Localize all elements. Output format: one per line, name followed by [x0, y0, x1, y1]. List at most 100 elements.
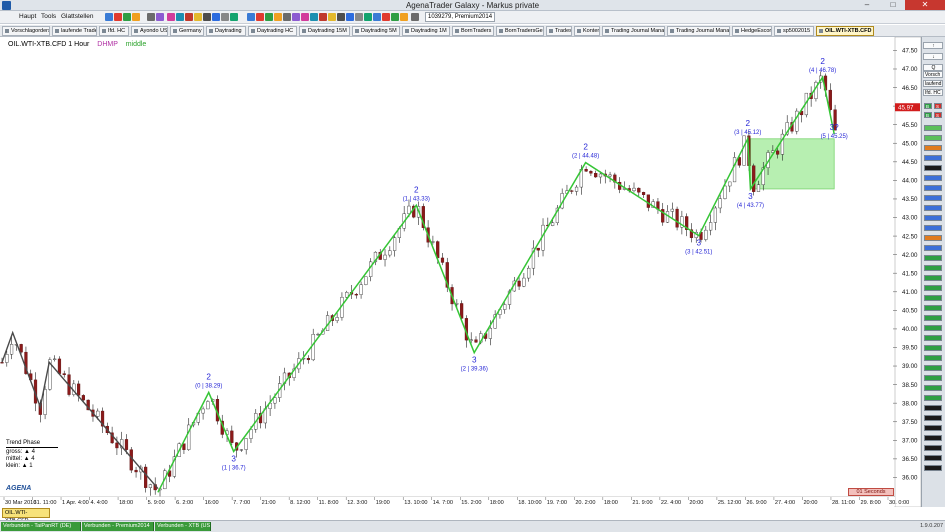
- side-indicator-button-13[interactable]: [924, 255, 942, 261]
- toolbar-icon-28[interactable]: [373, 13, 381, 21]
- toolbar-icon-8[interactable]: [185, 13, 193, 21]
- maximize-button[interactable]: □: [880, 0, 906, 10]
- toolbar-icon-11[interactable]: [212, 13, 220, 21]
- toolbar-icon-20[interactable]: [301, 13, 309, 21]
- toolbar-icon-31[interactable]: [400, 13, 408, 21]
- side-indicator-button-21[interactable]: [924, 335, 942, 341]
- toolbar-icon-12[interactable]: [221, 13, 229, 21]
- side-indicator-button-32[interactable]: [924, 445, 942, 451]
- side-nav-icon-1[interactable]: ↓: [923, 53, 943, 60]
- side-indicator-button-27[interactable]: [924, 395, 942, 401]
- side-indicator-button-2[interactable]: [924, 145, 942, 151]
- side-indicator-button-29[interactable]: [924, 415, 942, 421]
- tab-1[interactable]: laufende Trades: [52, 26, 97, 36]
- tab-12[interactable]: Trades: [546, 26, 572, 36]
- toolbar-icon-4[interactable]: [147, 13, 155, 21]
- toolbar-icon-2[interactable]: [123, 13, 131, 21]
- tab-0[interactable]: Vorschlagorders: [2, 26, 50, 36]
- side-indicator-button-30[interactable]: [924, 425, 942, 431]
- side-indicator-button-8[interactable]: [924, 205, 942, 211]
- side-indicator-button-6[interactable]: [924, 185, 942, 191]
- side-indicator-button-10[interactable]: [924, 225, 942, 231]
- tab-10[interactable]: BornTraders: [452, 26, 494, 36]
- side-indicator-button-7[interactable]: [924, 195, 942, 201]
- side-indicator-button-16[interactable]: [924, 285, 942, 291]
- tab-15[interactable]: Trading Journal Manager: [667, 26, 730, 36]
- side-trade-button-1[interactable]: S: [934, 103, 942, 109]
- side-indicator-button-24[interactable]: [924, 365, 942, 371]
- tab-2[interactable]: Ifd. HC: [99, 26, 129, 36]
- toolbar-icon-24[interactable]: [337, 13, 345, 21]
- side-indicator-button-19[interactable]: [924, 315, 942, 321]
- toolbar-icon-15[interactable]: [256, 13, 264, 21]
- toolbar-icon-25[interactable]: [346, 13, 354, 21]
- toolbar-icon-26[interactable]: [355, 13, 363, 21]
- tab-6[interactable]: Daytrading HC: [248, 26, 297, 36]
- indicator-middle-label[interactable]: middle: [126, 41, 147, 48]
- side-indicator-button-4[interactable]: [924, 165, 942, 171]
- tab-4[interactable]: Germany: [170, 26, 204, 36]
- toolbar-icon-10[interactable]: [203, 13, 211, 21]
- close-button[interactable]: ✕: [905, 0, 945, 10]
- side-indicator-button-28[interactable]: [924, 405, 942, 411]
- tab-9[interactable]: Daytrading 1M: [402, 26, 450, 36]
- toolbar-icon-0[interactable]: [105, 13, 113, 21]
- side-indicator-button-0[interactable]: [924, 125, 942, 131]
- tab-11[interactable]: BornTradersGer: [496, 26, 544, 36]
- side-indicator-button-14[interactable]: [924, 265, 942, 271]
- side-trade-button-3[interactable]: S: [934, 112, 942, 118]
- toolbar-icon-23[interactable]: [328, 13, 336, 21]
- menu-haupt[interactable]: Haupt: [19, 13, 36, 20]
- toolbar-icon-9[interactable]: [194, 13, 202, 21]
- tab-18[interactable]: OIL.WTI-XTB.CFD: [816, 26, 874, 36]
- side-indicator-button-26[interactable]: [924, 385, 942, 391]
- side-indicator-button-3[interactable]: [924, 155, 942, 161]
- indicator-dhmp-label[interactable]: DHMP: [97, 41, 117, 48]
- toolbar-icon-32[interactable]: [411, 13, 419, 21]
- side-indicator-button-12[interactable]: [924, 245, 942, 251]
- side-box-1[interactable]: laufend: [923, 80, 943, 87]
- side-box-0[interactable]: Vorsch: [923, 71, 943, 78]
- tab-5[interactable]: Daytrading: [206, 26, 246, 36]
- side-indicator-button-31[interactable]: [924, 435, 942, 441]
- side-indicator-button-15[interactable]: [924, 275, 942, 281]
- tab-14[interactable]: Trading Journal Manager: [602, 26, 665, 36]
- side-nav-icon-0[interactable]: ↑: [923, 42, 943, 49]
- toolbar-icon-1[interactable]: [114, 13, 122, 21]
- toolbar-icon-5[interactable]: [156, 13, 164, 21]
- side-indicator-button-5[interactable]: [924, 175, 942, 181]
- side-indicator-button-33[interactable]: [924, 455, 942, 461]
- tab-8[interactable]: Daytrading 5M: [352, 26, 400, 36]
- toolbar-icon-19[interactable]: [292, 13, 300, 21]
- toolbar-icon-18[interactable]: [283, 13, 291, 21]
- side-indicator-button-34[interactable]: [924, 465, 942, 471]
- side-indicator-button-9[interactable]: [924, 215, 942, 221]
- tab-13[interactable]: Konten: [574, 26, 600, 36]
- side-indicator-button-25[interactable]: [924, 375, 942, 381]
- tab-16[interactable]: HedgeEscort: [732, 26, 772, 36]
- side-box-2[interactable]: Ifd. HC: [923, 89, 943, 96]
- toolbar-icon-27[interactable]: [364, 13, 372, 21]
- tab-7[interactable]: Daytrading 15M: [299, 26, 350, 36]
- side-indicator-button-1[interactable]: [924, 135, 942, 141]
- side-indicator-button-23[interactable]: [924, 355, 942, 361]
- menu-glattstellen[interactable]: Glattstellen: [61, 13, 94, 20]
- side-indicator-button-20[interactable]: [924, 325, 942, 331]
- toolbar-icon-17[interactable]: [274, 13, 282, 21]
- toolbar-icon-29[interactable]: [382, 13, 390, 21]
- account-field[interactable]: 1039279, Premium2014: [425, 12, 495, 22]
- toolbar-icon-3[interactable]: [132, 13, 140, 21]
- side-nav-icon-2[interactable]: Q: [923, 64, 943, 71]
- toolbar-icon-16[interactable]: [265, 13, 273, 21]
- tab-3[interactable]: Ayondo US: [131, 26, 168, 36]
- minimize-button[interactable]: –: [854, 0, 880, 10]
- side-indicator-button-22[interactable]: [924, 345, 942, 351]
- side-indicator-button-17[interactable]: [924, 295, 942, 301]
- side-trade-button-2[interactable]: B: [924, 112, 932, 118]
- toolbar-icon-7[interactable]: [176, 13, 184, 21]
- toolbar-icon-13[interactable]: [230, 13, 238, 21]
- side-trade-button-0[interactable]: B: [924, 103, 932, 109]
- toolbar-icon-14[interactable]: [247, 13, 255, 21]
- side-indicator-button-11[interactable]: [924, 235, 942, 241]
- toolbar-icon-30[interactable]: [391, 13, 399, 21]
